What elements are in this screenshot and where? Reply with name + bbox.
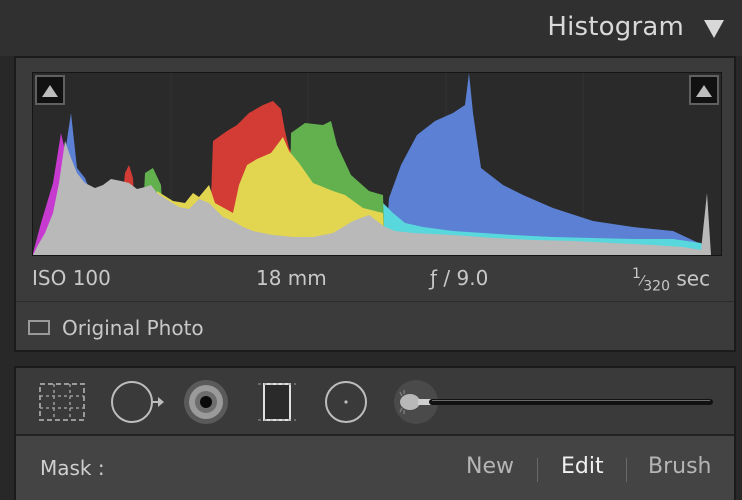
crop-overlay-icon[interactable] (36, 378, 88, 426)
panel-header[interactable]: Histogram (0, 0, 742, 56)
mask-brush-button[interactable]: Brush (648, 454, 712, 479)
exif-info-row: ISO 100 18 mm ƒ / 9.0 1⁄320 sec (16, 264, 738, 295)
tool-strip-panel: Mask : New Edit Brush (14, 366, 736, 500)
spot-removal-icon[interactable] (108, 378, 166, 426)
histogram-graph[interactable] (32, 72, 722, 256)
mask-label: Mask : (40, 456, 105, 480)
highlight-clipping-icon (696, 85, 712, 97)
mask-new-button[interactable]: New (466, 454, 514, 479)
original-photo-label[interactable]: Original Photo (62, 316, 204, 340)
original-photo-checkbox[interactable] (28, 320, 50, 335)
separator (626, 458, 627, 482)
focal-length-value: 18 mm (256, 266, 327, 290)
shadow-clipping-button[interactable] (35, 75, 65, 105)
shutter-numerator: 1 (632, 266, 641, 282)
mask-bar: Mask : New Edit Brush (16, 434, 734, 500)
shutter-denominator: 320 (643, 278, 670, 295)
highlight-clipping-button[interactable] (689, 75, 719, 105)
collapse-triangle-icon[interactable] (704, 20, 724, 38)
aperture-value: ƒ / 9.0 (430, 266, 489, 290)
histogram-panel: ISO 100 18 mm ƒ / 9.0 1⁄320 sec Original… (14, 56, 736, 352)
radial-filter-icon[interactable] (322, 378, 370, 426)
mask-edit-button[interactable]: Edit (561, 454, 604, 479)
shutter-unit: sec (676, 266, 711, 291)
red-eye-icon[interactable] (182, 378, 230, 426)
iso-value: ISO 100 (32, 266, 111, 290)
histogram-svg (33, 73, 711, 255)
shutter-speed-value: 1⁄320 sec (632, 266, 711, 295)
adjustment-brush-icon[interactable] (392, 378, 716, 426)
panel-title: Histogram (547, 12, 684, 42)
shadow-clipping-icon (42, 85, 58, 97)
panel-divider (16, 301, 734, 302)
graduated-filter-icon[interactable] (256, 378, 298, 426)
separator (537, 458, 538, 482)
